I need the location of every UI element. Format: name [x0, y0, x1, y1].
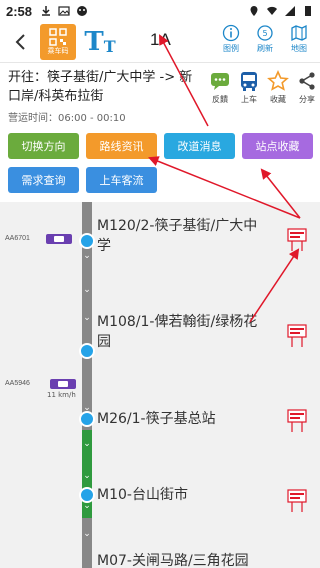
legend-button[interactable]: 图例: [214, 24, 248, 54]
switch-direction-button[interactable]: 切换方向: [8, 133, 79, 159]
refresh-icon: 5: [257, 25, 273, 41]
bus-speed: 11 km/h: [47, 391, 76, 399]
direction-chevron: ⌄: [83, 471, 91, 481]
direction-chevron: ⌄: [83, 501, 91, 511]
back-button[interactable]: [6, 22, 34, 62]
refresh-label: 刷新: [257, 44, 273, 53]
feedback-icon: [211, 73, 229, 90]
stop-name[interactable]: M120/2-筷子基街/广大中学: [97, 216, 267, 256]
bus-stop-sign-icon[interactable]: [287, 324, 307, 348]
info-actions: 反饋 上车 收藏 分享: [206, 70, 320, 105]
qr-code-button[interactable]: 乘车码: [40, 24, 76, 60]
bus-stop-sign-icon[interactable]: [287, 489, 307, 513]
share-button[interactable]: 分享: [293, 70, 320, 105]
favorite-button[interactable]: 收藏: [264, 70, 292, 105]
qr-code-icon: [49, 28, 67, 46]
header-divider: [0, 62, 320, 63]
stop-name[interactable]: M26/1-筷子基总站: [97, 409, 267, 429]
feedback-button[interactable]: 反饋: [206, 70, 234, 105]
legend-label: 图例: [223, 44, 239, 53]
board-bus-button[interactable]: 上车: [235, 70, 263, 105]
operating-time: 营运时间：06:00 - 00:10: [8, 113, 126, 124]
direction-chevron: ⌄: [83, 313, 91, 323]
share-label: 分享: [299, 95, 315, 104]
stops-list[interactable]: ⌄ ⌄ ⌄ ⌄ ⌄ ⌄ ⌄ ⌄ ⌄ AA6701 AA5946 11 km/h …: [0, 202, 320, 568]
app-notification-icon: [77, 6, 88, 16]
stop-name[interactable]: M07-关闸马路/三角花园: [97, 551, 267, 568]
image-icon: [58, 6, 70, 16]
signal-icon: [285, 6, 295, 16]
stop-dot: [79, 487, 95, 503]
stop-dot: [79, 411, 95, 427]
font-size-big-glyph: T: [84, 27, 104, 57]
location-icon: [250, 6, 258, 16]
feedback-label: 反饋: [212, 95, 228, 104]
bus-icon: [241, 72, 257, 91]
bus-plate: AA6701: [5, 235, 30, 242]
map-icon: [291, 24, 307, 42]
battery-icon: [305, 6, 311, 16]
stop-name[interactable]: M108/1-俾若翰街/绿杨花园: [97, 312, 267, 352]
route-info-button[interactable]: 路线资讯: [86, 133, 157, 159]
demand-query-button[interactable]: 需求查询: [8, 167, 79, 193]
status-bar: 2:58: [0, 0, 320, 22]
map-label: 地图: [291, 44, 307, 53]
bus-marker-icon[interactable]: [50, 379, 76, 389]
favorite-label: 收藏: [270, 95, 286, 104]
refresh-button[interactable]: 5 刷新: [248, 24, 282, 54]
download-icon: [42, 6, 51, 16]
board-bus-label: 上车: [241, 95, 257, 104]
wifi-icon: [267, 6, 277, 15]
map-button[interactable]: 地图: [282, 24, 316, 54]
boarding-flow-button[interactable]: 上车客流: [86, 167, 157, 193]
direction-chevron: ⌄: [83, 251, 91, 261]
font-size-small-glyph: T: [103, 36, 116, 56]
info-icon: [222, 24, 240, 42]
svg-text:5: 5: [262, 29, 267, 38]
chevron-left-icon: [15, 34, 25, 50]
header-bar: 乘车码 TT 1A 图例 5 刷新 地图: [0, 22, 320, 62]
stop-dot: [79, 343, 95, 359]
stop-name[interactable]: M10-台山街市: [97, 485, 267, 505]
status-time: 2:58: [6, 3, 33, 19]
route-title: 1A: [150, 30, 171, 49]
bus-stop-sign-icon[interactable]: [287, 409, 307, 433]
route-info: 开往：筷子基街/广大中学 -> 新口岸/科英布拉街 营运时间：06:00 - 0…: [8, 68, 204, 124]
share-icon: [299, 72, 315, 90]
direction-chevron: ⌄: [83, 439, 91, 449]
qr-code-label: 乘车码: [47, 47, 69, 55]
bus-marker-icon[interactable]: [46, 234, 72, 244]
diversion-news-button[interactable]: 改道消息: [164, 133, 235, 159]
bus-plate: AA5946: [5, 380, 30, 387]
route-destination: 开往：筷子基街/广大中学 -> 新口岸/科英布拉街: [8, 70, 193, 104]
bus-stop-sign-icon[interactable]: [287, 228, 307, 252]
font-size-button[interactable]: TT: [82, 24, 118, 60]
header-actions: 图例 5 刷新 地图: [214, 24, 316, 54]
stop-dot: [79, 233, 95, 249]
star-icon: [267, 70, 289, 91]
direction-chevron: ⌄: [83, 529, 91, 539]
stop-favorites-button[interactable]: 站点收藏: [242, 133, 313, 159]
direction-chevron: ⌄: [83, 285, 91, 295]
